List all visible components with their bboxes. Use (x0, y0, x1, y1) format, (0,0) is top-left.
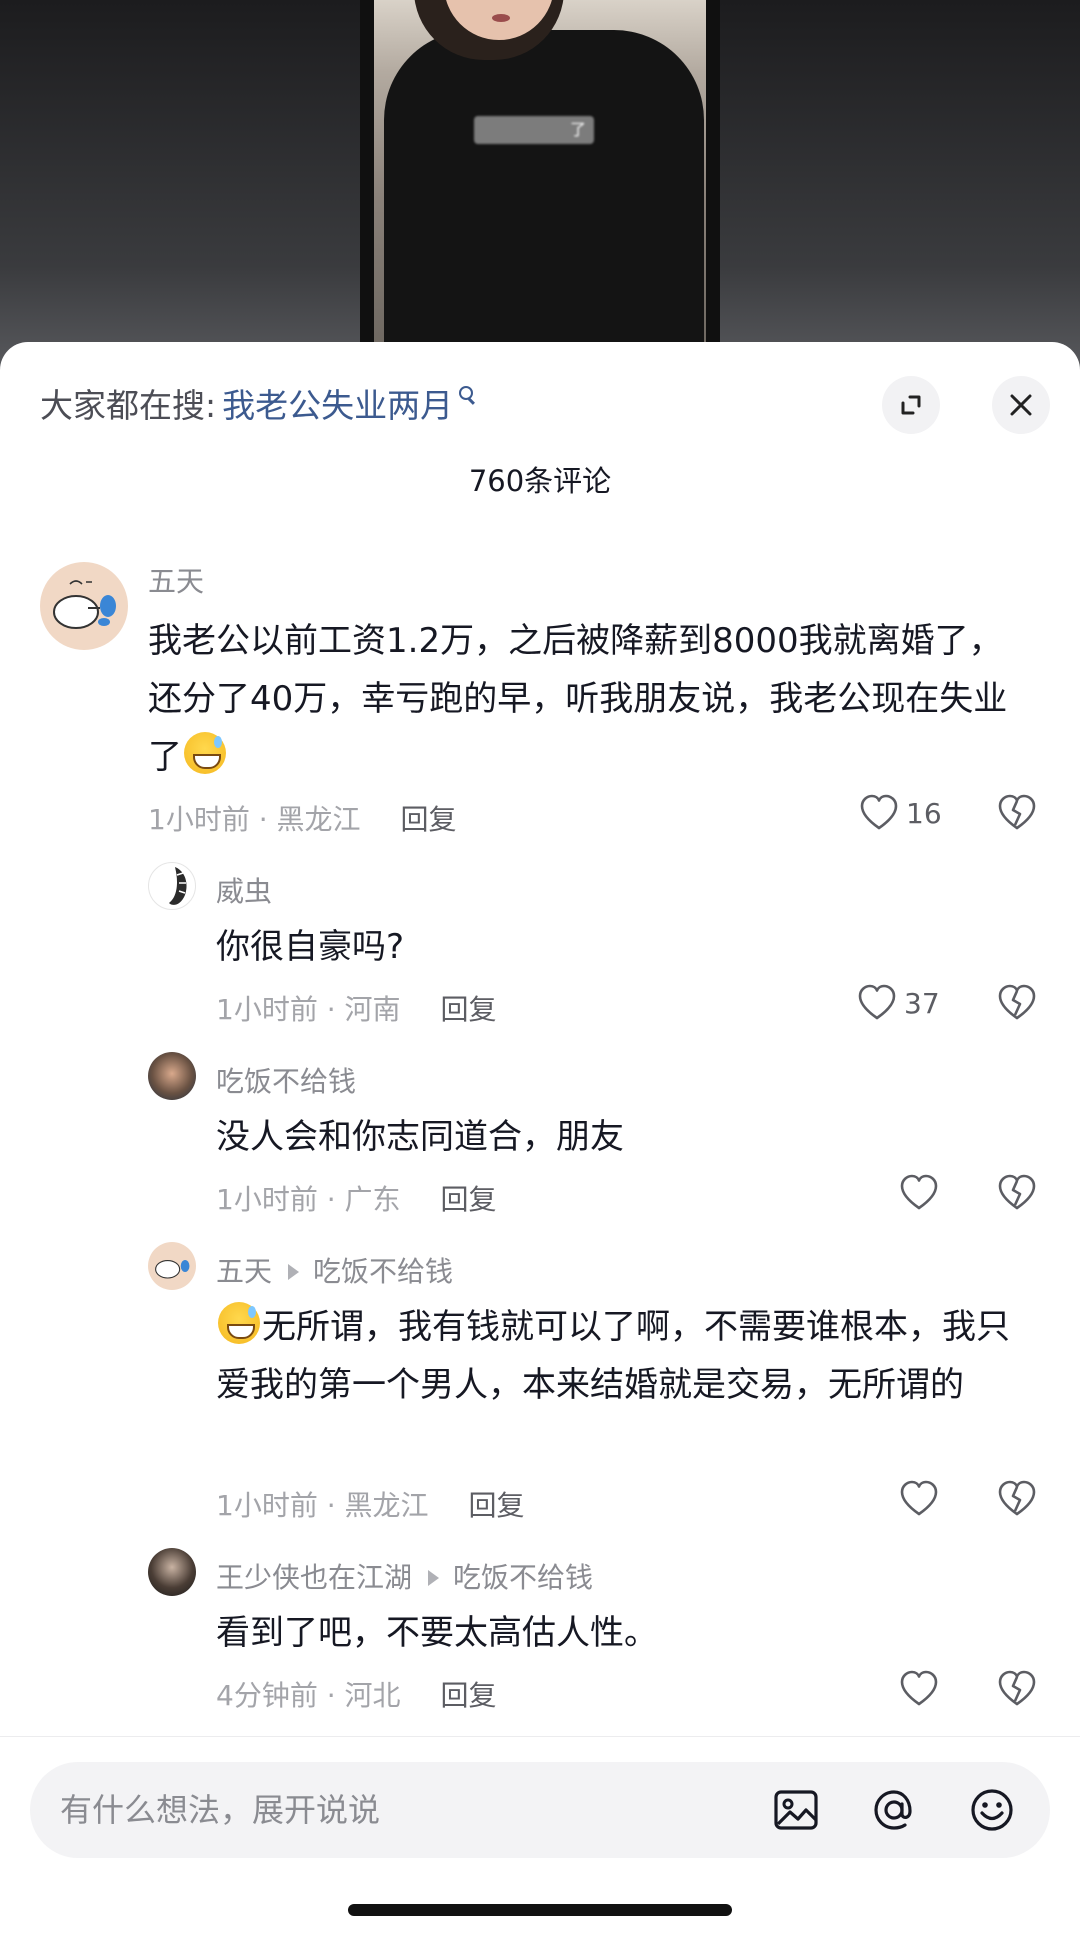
comment-input-placeholder: 有什么想法，展开说说 (60, 1791, 381, 1829)
reply-arrow-icon (428, 1569, 440, 1586)
close-button[interactable] (992, 376, 1050, 434)
trending-search-term[interactable]: 我老公失业两月 (222, 379, 453, 427)
like-button[interactable] (898, 1478, 946, 1520)
video-caption: 了 (474, 116, 594, 144)
expand-button[interactable] (882, 376, 940, 434)
comment-time-location: 1小时前 · 河南 (216, 993, 401, 1026)
comment-username[interactable]: 王少侠也在江湖 吃饭不给钱 (216, 1556, 593, 1596)
comment-text: 无所谓，我有钱就可以了啊，不需要谁根本，我只爱我的第一个男人，本来结婚就是交易，… (216, 1298, 1028, 1414)
broken-heart-icon[interactable] (996, 1172, 1038, 1214)
comment-text: 没人会和你志同道合，朋友 (216, 1117, 624, 1157)
avatar[interactable] (148, 1548, 196, 1596)
avatar[interactable] (148, 1242, 196, 1290)
avatar[interactable] (148, 862, 196, 910)
like-button[interactable]: 37 (856, 982, 940, 1024)
grin-sweat-emoji-icon (184, 732, 226, 774)
comment-text: 你很自豪吗? (216, 927, 405, 967)
heart-icon (858, 984, 896, 1020)
like-button[interactable] (898, 1172, 946, 1214)
comment-count: 760条评论 (468, 464, 612, 498)
search-icon (459, 386, 474, 400)
heart-icon (900, 1174, 938, 1210)
comment-meta: 1小时前 · 河南 回复 (216, 988, 497, 1028)
trending-search-label: 大家都在搜: (40, 386, 217, 425)
heart-icon (900, 1670, 938, 1706)
video-person-body (384, 30, 704, 360)
comment-username[interactable]: 威虫 (216, 870, 272, 910)
home-indicator[interactable] (348, 1904, 732, 1916)
like-count: 16 (906, 796, 942, 830)
like-count: 37 (904, 986, 940, 1020)
comment-username[interactable]: 五天 吃饭不给钱 (216, 1250, 453, 1290)
comment-username[interactable]: 五天 (148, 560, 204, 600)
like-button[interactable]: 16 (858, 792, 942, 834)
comment-time-location: 4分钟前 · 河北 (216, 1679, 401, 1712)
broken-heart-icon[interactable] (996, 1668, 1038, 1710)
reply-button[interactable]: 回复 (469, 1489, 525, 1522)
heart-icon (900, 1480, 938, 1516)
broken-heart-icon[interactable] (996, 792, 1038, 834)
comment-time-location: 1小时前 · 广东 (216, 1183, 401, 1216)
trending-search[interactable]: 大家都在搜: 我老公失业两月 (40, 378, 474, 428)
video-person-mouth (492, 14, 510, 22)
close-icon (1010, 394, 1032, 416)
avatar-fist-icon (53, 580, 116, 629)
reply-button[interactable]: 回复 (401, 803, 457, 836)
comment-sheet: 大家都在搜: 我老公失业两月 760条评论 五天 我老公以前工资1.2万，之后被… (0, 342, 1080, 1943)
at-mention-icon[interactable] (868, 1784, 920, 1836)
reply-to-username[interactable]: 吃饭不给钱 (313, 1255, 453, 1288)
reply-button[interactable]: 回复 (441, 1183, 497, 1216)
reply-button[interactable]: 回复 (441, 1679, 497, 1712)
image-icon[interactable] (770, 1784, 822, 1836)
input-divider (0, 1736, 1080, 1737)
avatar[interactable] (40, 562, 128, 650)
comment-time-location: 1小时前 · 黑龙江 (148, 803, 361, 836)
reply-arrow-icon (288, 1263, 300, 1280)
comment-time-location: 1小时前 · 黑龙江 (216, 1489, 429, 1522)
avatar-fist-icon (155, 1260, 190, 1279)
grin-sweat-emoji-icon (218, 1302, 260, 1344)
comment-text: 我老公以前工资1.2万，之后被降薪到8000我就离婚了，还分了40万，幸亏跑的早… (148, 621, 1008, 777)
comment-meta: 1小时前 · 广东 回复 (216, 1178, 497, 1218)
emoji-icon[interactable] (966, 1784, 1018, 1836)
comment-input[interactable]: 有什么想法，展开说说 (30, 1762, 1050, 1858)
comment-meta: 4分钟前 · 河北 回复 (216, 1674, 497, 1714)
avatar-bug-icon (169, 867, 187, 905)
video-player[interactable]: 了 (360, 0, 720, 360)
expand-icon (901, 395, 921, 415)
comment-text: 看到了吧，不要太高估人性。 (216, 1613, 658, 1653)
avatar[interactable] (148, 1052, 196, 1100)
reply-to-username[interactable]: 吃饭不给钱 (453, 1561, 593, 1594)
like-button[interactable] (898, 1668, 946, 1710)
comment-meta: 1小时前 · 黑龙江 回复 (148, 798, 457, 838)
comment-meta: 1小时前 · 黑龙江 回复 (216, 1484, 525, 1524)
comment-username[interactable]: 吃饭不给钱 (216, 1060, 356, 1100)
reply-button[interactable]: 回复 (441, 993, 497, 1026)
broken-heart-icon[interactable] (996, 1478, 1038, 1520)
broken-heart-icon[interactable] (996, 982, 1038, 1024)
heart-icon (860, 794, 898, 830)
